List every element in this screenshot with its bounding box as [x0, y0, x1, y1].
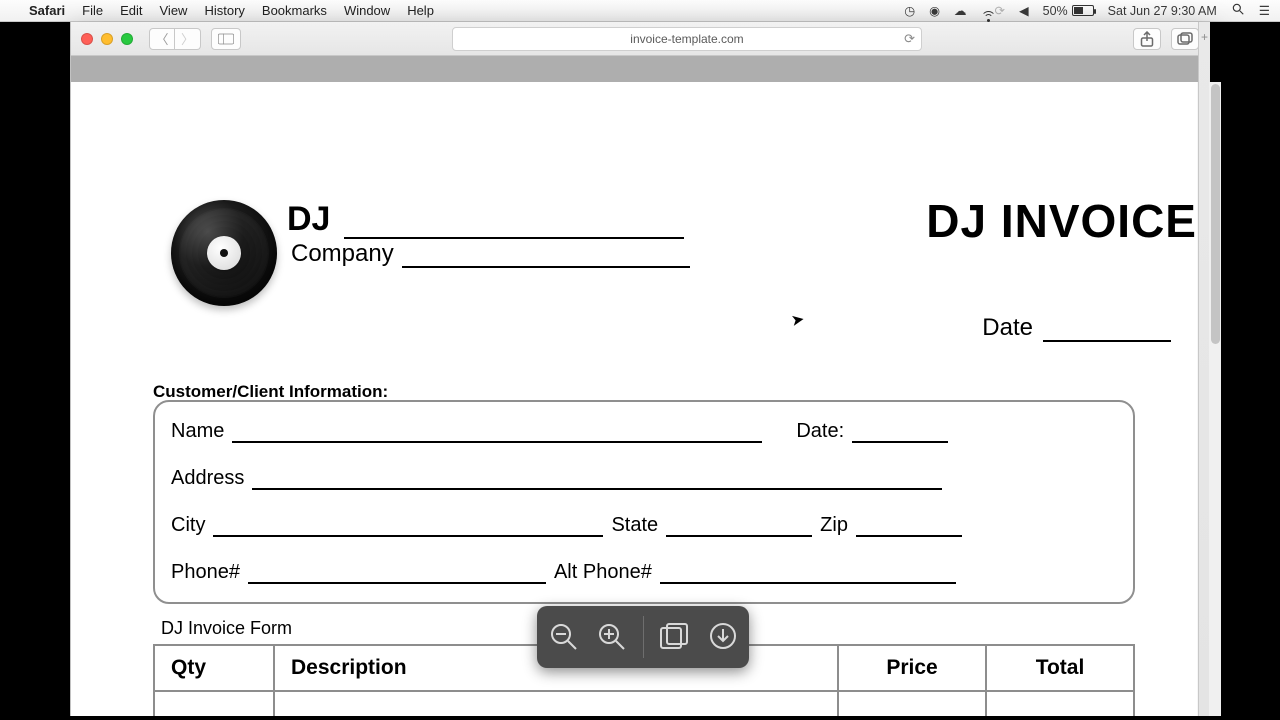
vinyl-record-icon: [171, 200, 277, 306]
table-row[interactable]: [154, 691, 1134, 717]
close-window-button[interactable]: [81, 33, 93, 45]
client-date-label: Date:: [796, 420, 844, 443]
company-label: Company: [291, 240, 394, 268]
client-info-box: Name Date: Address City State Zip: [153, 400, 1135, 604]
battery-status[interactable]: 50%: [1043, 4, 1094, 18]
sidebar-toggle-button[interactable]: [211, 28, 241, 50]
zoom-in-button[interactable]: [595, 620, 629, 654]
download-button[interactable]: [706, 620, 740, 654]
client-zip-field[interactable]: [856, 521, 962, 537]
menu-help[interactable]: Help: [407, 3, 434, 18]
client-state-field[interactable]: [666, 521, 812, 537]
client-section-header: Customer/Client Information:: [153, 382, 388, 402]
page-banner-strip: [71, 56, 1209, 82]
invoice-form-caption: DJ Invoice Form: [161, 618, 292, 639]
safari-window: 〈 〉 invoice-template.com ⟳ +: [70, 22, 1210, 718]
client-name-field[interactable]: [232, 427, 762, 443]
client-altphone-label: Alt Phone#: [554, 561, 652, 584]
sync-icon[interactable]: ⟳: [995, 3, 1005, 18]
client-name-label: Name: [171, 420, 224, 443]
client-altphone-field[interactable]: [660, 568, 956, 584]
safari-toolbar: 〈 〉 invoice-template.com ⟳: [71, 22, 1209, 56]
col-total: Total: [986, 645, 1134, 691]
invoice-document: DJ Company DJ INVOICE Date Customer/Clie…: [71, 82, 1197, 192]
page-viewport[interactable]: DJ Company DJ INVOICE Date Customer/Clie…: [71, 82, 1197, 717]
invoice-date-field[interactable]: [1043, 324, 1171, 342]
cell-price[interactable]: [838, 691, 986, 717]
cell-description[interactable]: [274, 691, 838, 717]
url-text: invoice-template.com: [630, 32, 743, 46]
client-zip-label: Zip: [820, 514, 848, 537]
share-button[interactable]: [1133, 28, 1161, 50]
letterbox-bar: [0, 716, 1280, 720]
menubar-datetime[interactable]: Sat Jun 27 9:30 AM: [1108, 4, 1217, 18]
scrollbar-thumb[interactable]: [1211, 84, 1220, 344]
volume-icon[interactable]: ◀: [1019, 3, 1029, 18]
forward-button[interactable]: 〉: [175, 28, 201, 50]
cell-qty[interactable]: [154, 691, 274, 717]
company-field[interactable]: [402, 248, 690, 268]
menu-history[interactable]: History: [204, 3, 244, 18]
timemachine-icon[interactable]: ◷: [904, 3, 915, 18]
menu-window[interactable]: Window: [344, 3, 390, 18]
minimize-window-button[interactable]: [101, 33, 113, 45]
client-date-field[interactable]: [852, 427, 948, 443]
invoice-date-label: Date: [982, 314, 1033, 342]
menu-edit[interactable]: Edit: [120, 3, 142, 18]
client-city-field[interactable]: [213, 521, 603, 537]
col-price: Price: [838, 645, 986, 691]
cloud-icon[interactable]: ☁: [954, 3, 967, 18]
macos-menubar: Safari File Edit View History Bookmarks …: [0, 0, 1280, 22]
client-address-label: Address: [171, 467, 244, 490]
reload-icon[interactable]: ⟳: [904, 31, 915, 47]
menu-file[interactable]: File: [82, 3, 103, 18]
menu-view[interactable]: View: [160, 3, 188, 18]
vertical-scrollbar[interactable]: [1209, 82, 1221, 717]
app-name[interactable]: Safari: [29, 3, 65, 18]
toolbar-separator: [643, 616, 644, 658]
window-controls: [81, 33, 133, 45]
address-bar[interactable]: invoice-template.com ⟳: [452, 27, 922, 51]
cell-total[interactable]: [986, 691, 1134, 717]
spotlight-icon[interactable]: [1231, 2, 1245, 19]
open-in-preview-button[interactable]: [658, 620, 692, 654]
client-address-field[interactable]: [252, 474, 942, 490]
mouse-cursor-icon: ➤: [789, 309, 806, 331]
status-dot-icon[interactable]: ◉: [929, 3, 940, 18]
battery-percent-label: 50%: [1043, 4, 1068, 18]
tabs-overview-button[interactable]: [1171, 28, 1199, 50]
pdf-viewer-toolbar: [537, 606, 749, 668]
zoom-out-button[interactable]: [547, 620, 581, 654]
client-state-label: State: [611, 514, 658, 537]
menu-bookmarks[interactable]: Bookmarks: [262, 3, 327, 18]
plus-icon: +: [1201, 30, 1208, 44]
notification-center-icon[interactable]: ☰: [1259, 3, 1270, 18]
back-button[interactable]: 〈: [149, 28, 175, 50]
dj-name-field[interactable]: [344, 211, 684, 239]
dj-name-label: DJ: [287, 200, 330, 239]
client-city-label: City: [171, 514, 205, 537]
invoice-title: DJ INVOICE: [926, 194, 1197, 248]
col-qty: Qty: [154, 645, 274, 691]
client-phone-label: Phone#: [171, 561, 240, 584]
zoom-window-button[interactable]: [121, 33, 133, 45]
client-phone-field[interactable]: [248, 568, 546, 584]
